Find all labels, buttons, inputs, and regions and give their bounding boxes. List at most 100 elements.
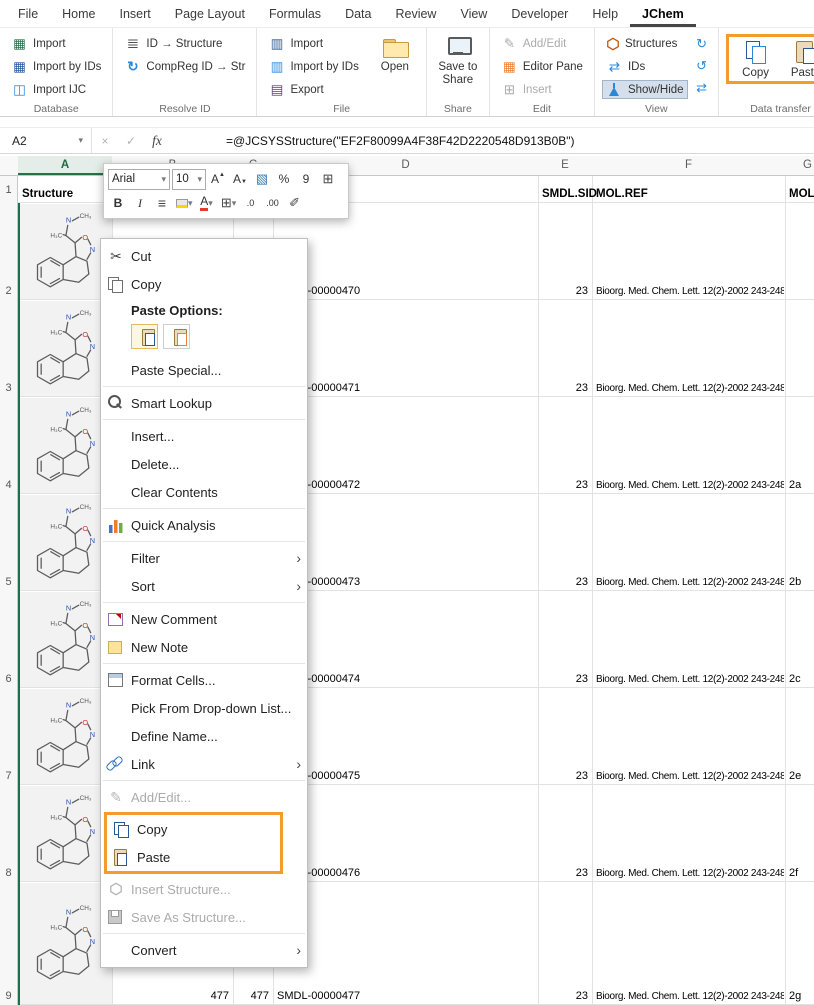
tab-developer[interactable]: Developer (499, 0, 580, 27)
structure-cell[interactable] (18, 786, 112, 881)
menu-item-copy-structure[interactable]: Copy (107, 815, 280, 843)
tab-review[interactable]: Review (383, 0, 448, 27)
table-cell[interactable]: Bioorg. Med. Chem. Lett. 12(2)-2002 243-… (592, 868, 784, 879)
row-header-9[interactable]: 9 (0, 882, 18, 1005)
show-hide-button[interactable]: Show/Hide (602, 80, 688, 99)
table-cell[interactable]: 23 (538, 990, 592, 1002)
table-cell[interactable]: Bioorg. Med. Chem. Lett. 12(2)-2002 243-… (592, 674, 784, 685)
row-header-3[interactable]: 3 (0, 300, 18, 397)
import-ijc-button[interactable]: Import IJC (7, 80, 105, 99)
menu-item-define-name[interactable]: Define Name... (101, 722, 307, 750)
table-cell[interactable]: Bioorg. Med. Chem. Lett. 12(2)-2002 243-… (592, 577, 784, 588)
table-cell[interactable]: SMDL-00000471 (273, 382, 537, 394)
sync-ids-button[interactable]: ↺ (693, 57, 711, 74)
table-cell[interactable]: 23 (538, 479, 592, 491)
row-header-4[interactable]: 4 (0, 397, 18, 494)
increase-font-size-button[interactable]: A (208, 169, 228, 190)
tab-data[interactable]: Data (333, 0, 383, 27)
menu-item-copy[interactable]: Copy (101, 270, 307, 298)
table-cell[interactable]: 477 (233, 990, 273, 1002)
menu-item-clear-contents[interactable]: Clear Contents (101, 478, 307, 506)
tab-home[interactable]: Home (50, 0, 107, 27)
table-cell[interactable]: Bioorg. Med. Chem. Lett. 12(2)-2002 243-… (592, 286, 784, 297)
enter-icon[interactable]: ✓ (118, 134, 144, 148)
table-cell[interactable]: 2e (785, 770, 814, 782)
tab-formulas[interactable]: Formulas (257, 0, 333, 27)
menu-item-cut[interactable]: Cut (101, 242, 307, 270)
tab-insert[interactable]: Insert (108, 0, 163, 27)
column-header-e[interactable]: E (538, 156, 592, 175)
table-cell[interactable]: SMDL-00000477 (273, 990, 537, 1002)
table-cell[interactable]: 2g (785, 990, 814, 1002)
table-cell[interactable]: Bioorg. Med. Chem. Lett. 12(2)-2002 243-… (592, 771, 784, 782)
formula-input[interactable]: =@JCSYSStructure("EF2F80099A4F38F42D2220… (226, 134, 575, 148)
structure-cell[interactable] (18, 689, 112, 784)
menu-item-pick-from-dropdown-list[interactable]: Pick From Drop-down List... (101, 694, 307, 722)
editor-pane-button[interactable]: Editor Pane (497, 57, 587, 76)
menu-item-smart-lookup[interactable]: Smart Lookup (101, 389, 307, 417)
open-button[interactable]: Open (371, 34, 419, 99)
import-by-ids-file-button[interactable]: Import by IDs (264, 57, 362, 76)
font-size-select[interactable]: 10 ▾ (172, 169, 206, 190)
menu-item-convert[interactable]: Convert (101, 936, 307, 964)
table-cell[interactable]: SMDL-00000472 (273, 479, 537, 491)
row-header-1[interactable]: 1 (0, 176, 18, 203)
align-center-button[interactable] (152, 193, 172, 214)
structure-cell[interactable] (18, 883, 112, 1004)
menu-item-new-comment[interactable]: New Comment (101, 605, 307, 633)
decrease-decimal-button[interactable]: .00 (263, 193, 283, 214)
row-header-7[interactable]: 7 (0, 688, 18, 785)
insert-function-icon[interactable]: fx (144, 133, 170, 149)
table-cell[interactable]: SMDL-00000476 (273, 867, 537, 879)
column-header-g[interactable]: G (785, 156, 814, 175)
name-box[interactable]: A2 ▾ (0, 128, 92, 153)
table-cell[interactable]: 23 (538, 576, 592, 588)
table-cell[interactable]: SMDL-00000473 (273, 576, 537, 588)
table-cell[interactable]: 23 (538, 285, 592, 297)
tab-view[interactable]: View (448, 0, 499, 27)
table-cell[interactable]: 23 (538, 770, 592, 782)
export-button[interactable]: Export (264, 80, 362, 99)
copy-structure-button[interactable]: Copy (732, 38, 780, 80)
name-box-dropdown-icon[interactable]: ▾ (78, 135, 83, 146)
menu-item-new-note[interactable]: New Note (101, 633, 307, 661)
import-file-button[interactable]: Import (264, 34, 362, 53)
row-header-2[interactable]: 2 (0, 203, 18, 300)
menu-item-quick-analysis[interactable]: Quick Analysis (101, 511, 307, 539)
table-cell[interactable]: 23 (538, 867, 592, 879)
percent-style-button[interactable]: % (274, 169, 294, 190)
structure-cell[interactable] (18, 592, 112, 687)
borders-button[interactable]: ▾ (219, 193, 239, 214)
menu-item-paste-special[interactable]: Paste Special... (101, 356, 307, 384)
font-color-button[interactable]: A▾ (197, 193, 217, 214)
row-header-6[interactable]: 6 (0, 591, 18, 688)
structure-cell[interactable] (18, 495, 112, 590)
paste-option-keep-formatting-button[interactable] (131, 324, 158, 349)
structure-cell[interactable] (18, 204, 112, 299)
table-cell[interactable]: Bioorg. Med. Chem. Lett. 12(2)-2002 243-… (592, 383, 784, 394)
format-painter-button[interactable] (252, 169, 272, 190)
tab-help[interactable]: Help (580, 0, 630, 27)
table-cell[interactable]: Bioorg. Med. Chem. Lett. 12(2)-2002 243-… (592, 480, 784, 491)
table-cell[interactable]: Bioorg. Med. Chem. Lett. 12(2)-2002 243-… (592, 991, 784, 1002)
structure-cell[interactable] (18, 398, 112, 493)
tab-page-layout[interactable]: Page Layout (163, 0, 257, 27)
table-cell[interactable]: 2b (785, 576, 814, 588)
menu-item-link[interactable]: Link (101, 750, 307, 778)
header-cell-mol-name[interactable]: MOL.NAME (785, 188, 814, 200)
header-cell-mol-ref[interactable]: MOL.REF (592, 188, 784, 200)
comma-style-button[interactable]: 9 (296, 169, 316, 190)
structure-cell[interactable] (18, 301, 112, 396)
menu-item-format-cells[interactable]: Format Cells... (101, 666, 307, 694)
paste-option-values-button[interactable] (163, 324, 190, 349)
tab-file[interactable]: File (6, 0, 50, 27)
row-header-5[interactable]: 5 (0, 494, 18, 591)
column-header-f[interactable]: F (592, 156, 785, 175)
import-by-ids-database-button[interactable]: Import by IDs (7, 57, 105, 76)
fill-color-button[interactable]: ▾ (174, 193, 195, 214)
menu-item-paste-structure[interactable]: Paste (107, 843, 280, 871)
table-cell[interactable]: 23 (538, 382, 592, 394)
table-cell[interactable]: SMDL-00000470 (273, 285, 537, 297)
format-brush-button[interactable] (285, 193, 305, 214)
menu-item-sort[interactable]: Sort (101, 572, 307, 600)
